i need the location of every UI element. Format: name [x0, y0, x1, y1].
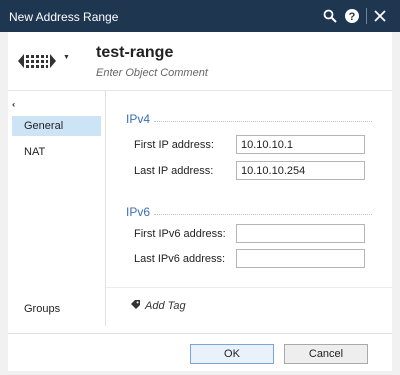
- svg-text:?: ?: [349, 11, 356, 23]
- ipv6-divider: [154, 214, 372, 215]
- close-icon[interactable]: [370, 6, 390, 26]
- tag-divider: [106, 287, 392, 288]
- title-bar: New Address Range ?: [0, 0, 400, 32]
- ipv4-section-title: IPv4: [126, 112, 151, 126]
- add-tag-label: Add Tag: [145, 299, 186, 312]
- dialog-footer: OK Cancel: [8, 333, 392, 371]
- icon-dropdown-caret[interactable]: ▼: [63, 54, 70, 61]
- titlebar-separator: [366, 8, 367, 24]
- ipv6-section-title: IPv6: [126, 205, 151, 219]
- first-ip-label: First IP address:: [134, 139, 214, 151]
- window-frame-left: [0, 32, 8, 375]
- sidebar-item-general[interactable]: General: [12, 116, 101, 136]
- last-ip-label: Last IP address:: [134, 165, 214, 177]
- help-icon[interactable]: ?: [342, 6, 362, 26]
- address-range-icon[interactable]: [18, 52, 56, 70]
- dialog-body: ‹‹ General NAT Groups IPv4 First IP addr…: [8, 90, 392, 333]
- last-ipv6-input[interactable]: [236, 249, 365, 268]
- sidebar-item-nat[interactable]: NAT: [12, 142, 101, 162]
- collapse-sidebar-icon[interactable]: ‹‹: [12, 100, 16, 109]
- ipv4-divider: [154, 121, 372, 122]
- object-comment-field[interactable]: Enter Object Comment: [96, 67, 208, 79]
- window-title: New Address Range: [9, 10, 119, 24]
- last-ip-input[interactable]: [236, 161, 365, 180]
- first-ip-input[interactable]: [236, 135, 365, 154]
- tag-icon: [130, 299, 141, 313]
- window-frame-right: [392, 32, 400, 375]
- ok-button[interactable]: OK: [190, 344, 274, 364]
- window-frame-bottom: [0, 371, 400, 375]
- search-icon[interactable]: [320, 6, 340, 26]
- last-ipv6-label: Last IPv6 address:: [134, 253, 226, 265]
- object-name[interactable]: test-range: [96, 44, 173, 62]
- sidebar: ‹‹ General NAT Groups: [8, 91, 106, 326]
- first-ipv6-input[interactable]: [236, 224, 365, 243]
- first-ipv6-label: First IPv6 address:: [134, 228, 226, 240]
- add-tag-link[interactable]: Add Tag: [130, 299, 186, 313]
- object-header: ▼ test-range Enter Object Comment: [8, 32, 392, 90]
- cancel-button[interactable]: Cancel: [284, 344, 368, 364]
- sidebar-item-groups[interactable]: Groups: [12, 299, 101, 319]
